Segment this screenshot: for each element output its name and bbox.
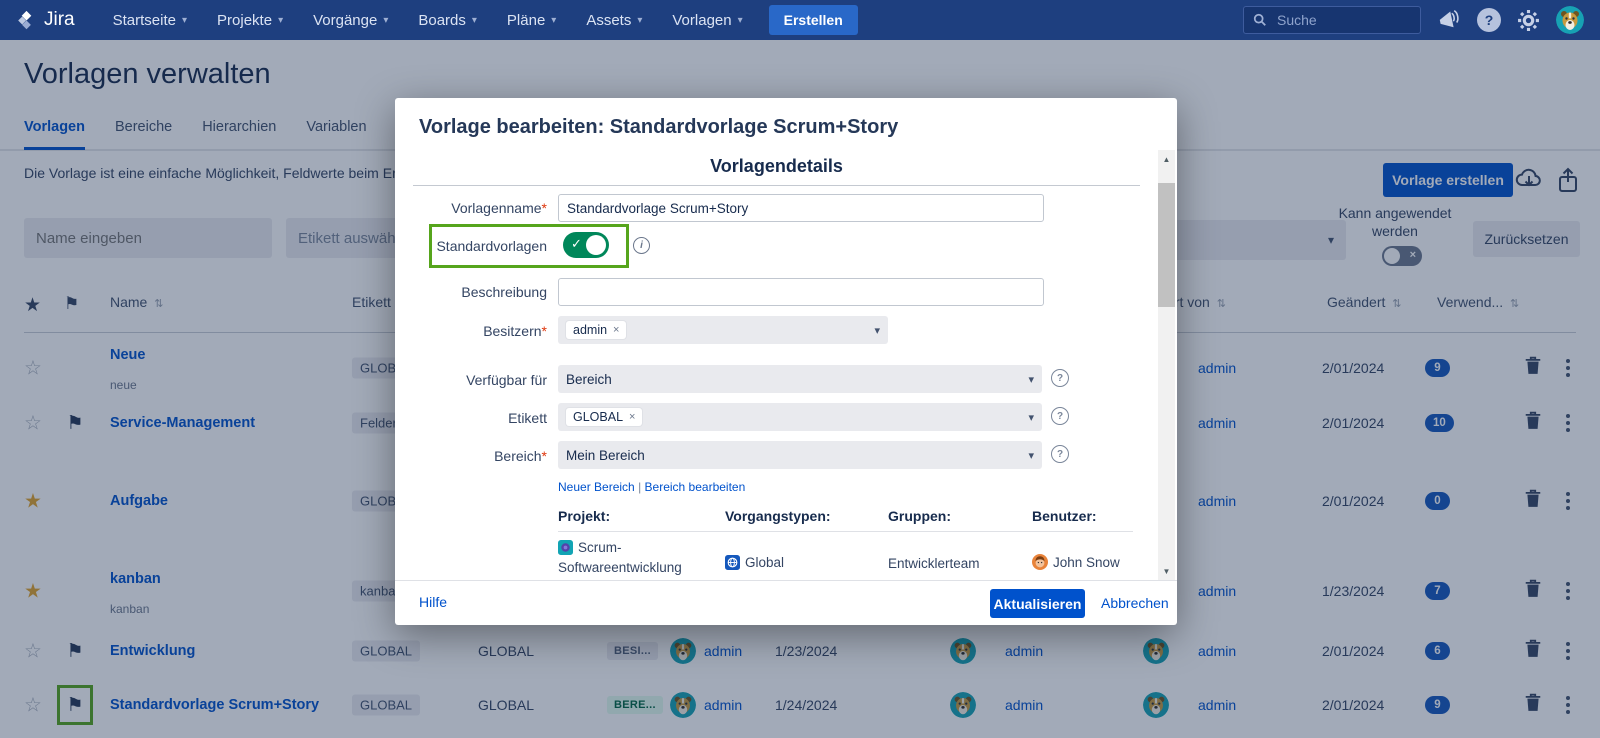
announcements-icon[interactable] xyxy=(1437,9,1461,31)
etikett-select[interactable]: GLOBAL × ▾ xyxy=(558,403,1042,431)
help-question-icon[interactable]: ? xyxy=(1051,445,1069,463)
user-avatar[interactable] xyxy=(1556,6,1584,34)
scroll-up-arrow[interactable]: ▲ xyxy=(1158,152,1175,166)
default-templates-label: Standardvorlagen xyxy=(407,238,547,254)
search-input[interactable] xyxy=(1275,11,1389,29)
nav-right-cluster: ? xyxy=(1243,6,1584,34)
chip-remove-icon[interactable]: × xyxy=(629,411,635,423)
assign-group-cell: Entwicklerteam xyxy=(888,556,980,571)
nav-menu: Startseite▾ Projekte▾ Vorgänge▾ Boards▾ Plän… xyxy=(113,12,743,29)
section-divider xyxy=(413,185,1140,186)
jira-logo-icon xyxy=(16,10,37,31)
edit-template-dialog: Vorlage bearbeiten: Standardvorlage Scru… xyxy=(395,98,1177,625)
jira-manage-templates-screen: Jira Startseite▾ Projekte▾ Vorgänge▾ Boards… xyxy=(0,0,1600,738)
chevron-down-icon: ▾ xyxy=(551,15,556,26)
chevron-down-icon: ▾ xyxy=(637,15,642,26)
owners-label: Besitzern* xyxy=(407,323,547,339)
john-snow-avatar xyxy=(1032,554,1048,573)
help-link[interactable]: Hilfe xyxy=(419,594,447,610)
bereich-links: Neuer Bereich | Bereich bearbeiten xyxy=(558,480,745,494)
chevron-down-icon: ▾ xyxy=(278,15,283,26)
bereich-select[interactable]: Mein Bereich ▾ xyxy=(558,441,1042,469)
assign-header-groups: Gruppen: xyxy=(888,508,951,524)
owner-chip[interactable]: admin × xyxy=(566,321,626,339)
available-for-label: Verfügbar für xyxy=(407,372,547,388)
nav-item-pläne[interactable]: Pläne▾ xyxy=(507,12,556,29)
jira-logo-text: Jira xyxy=(44,9,75,31)
cancel-link[interactable]: Abbrechen xyxy=(1101,595,1169,611)
info-icon[interactable]: i xyxy=(633,237,650,254)
chevron-down-icon: ▾ xyxy=(1028,449,1034,462)
section-heading: Vorlagendetails xyxy=(395,156,1158,177)
help-question-icon[interactable]: ? xyxy=(1051,407,1069,425)
scroll-down-arrow[interactable]: ▼ xyxy=(1158,564,1175,578)
assign-user-cell: John Snow xyxy=(1032,554,1120,573)
assign-issuetype-cell: Global xyxy=(725,555,784,573)
search-box[interactable] xyxy=(1243,6,1421,34)
project-icon xyxy=(558,540,573,559)
assign-project-cell: Scrum-Softwareentwicklung xyxy=(558,539,726,576)
template-name-label: Vorlagenname* xyxy=(407,200,547,216)
assign-table-divider xyxy=(558,531,1133,532)
jira-logo[interactable]: Jira xyxy=(16,9,75,31)
search-icon xyxy=(1253,13,1267,27)
help-icon[interactable]: ? xyxy=(1477,8,1501,32)
scrollbar-thumb[interactable] xyxy=(1158,183,1175,307)
create-button[interactable]: Erstellen xyxy=(769,5,858,35)
chevron-down-icon: ▾ xyxy=(1028,411,1034,424)
assign-header-project: Projekt: xyxy=(558,508,610,524)
chevron-down-icon: ▾ xyxy=(738,15,743,26)
dialog-footer-divider xyxy=(395,580,1177,581)
nav-item-projekte[interactable]: Projekte▾ xyxy=(217,12,283,29)
help-question-icon[interactable]: ? xyxy=(1051,369,1069,387)
dialog-scrollbar[interactable]: ▲ ▼ xyxy=(1158,150,1175,580)
toggle-knob xyxy=(586,235,606,255)
new-bereich-link[interactable]: Neuer Bereich xyxy=(558,480,635,494)
nav-item-vorlagen[interactable]: Vorlagen▾ xyxy=(672,12,742,29)
nav-item-boards[interactable]: Boards▾ xyxy=(418,12,477,29)
description-label: Beschreibung xyxy=(407,284,547,300)
chevron-down-icon: ▾ xyxy=(182,15,187,26)
nav-item-assets[interactable]: Assets▾ xyxy=(586,12,642,29)
owners-select[interactable]: admin × ▾ xyxy=(558,316,888,344)
nav-item-vorgänge[interactable]: Vorgänge▾ xyxy=(313,12,388,29)
toggle-check-icon: ✓ xyxy=(571,236,582,252)
settings-gear-icon[interactable] xyxy=(1517,9,1540,32)
description-input[interactable] xyxy=(558,278,1044,306)
assign-header-users: Benutzer: xyxy=(1032,508,1097,524)
chevron-down-icon: ▾ xyxy=(1028,373,1034,386)
update-button[interactable]: Aktualisieren xyxy=(990,589,1085,618)
chip-remove-icon[interactable]: × xyxy=(613,324,619,336)
available-for-select[interactable]: Bereich ▾ xyxy=(558,365,1042,393)
chevron-down-icon: ▾ xyxy=(383,15,388,26)
nav-item-startseite[interactable]: Startseite▾ xyxy=(113,12,187,29)
template-name-input[interactable] xyxy=(558,194,1044,222)
assign-header-issuetypes: Vorgangstypen: xyxy=(725,508,831,524)
bereich-label: Bereich* xyxy=(407,448,547,464)
chevron-down-icon: ▾ xyxy=(472,15,477,26)
top-nav: Jira Startseite▾ Projekte▾ Vorgänge▾ Boards… xyxy=(0,0,1600,40)
etikett-chip[interactable]: GLOBAL × xyxy=(566,408,642,426)
edit-bereich-link[interactable]: Bereich bearbeiten xyxy=(645,480,746,494)
etikett-label: Etikett xyxy=(407,410,547,426)
default-templates-toggle[interactable]: ✓ xyxy=(563,232,609,258)
dialog-title: Vorlage bearbeiten: Standardvorlage Scru… xyxy=(419,116,898,139)
chevron-down-icon: ▾ xyxy=(874,324,880,337)
global-issuetype-icon xyxy=(725,555,740,573)
